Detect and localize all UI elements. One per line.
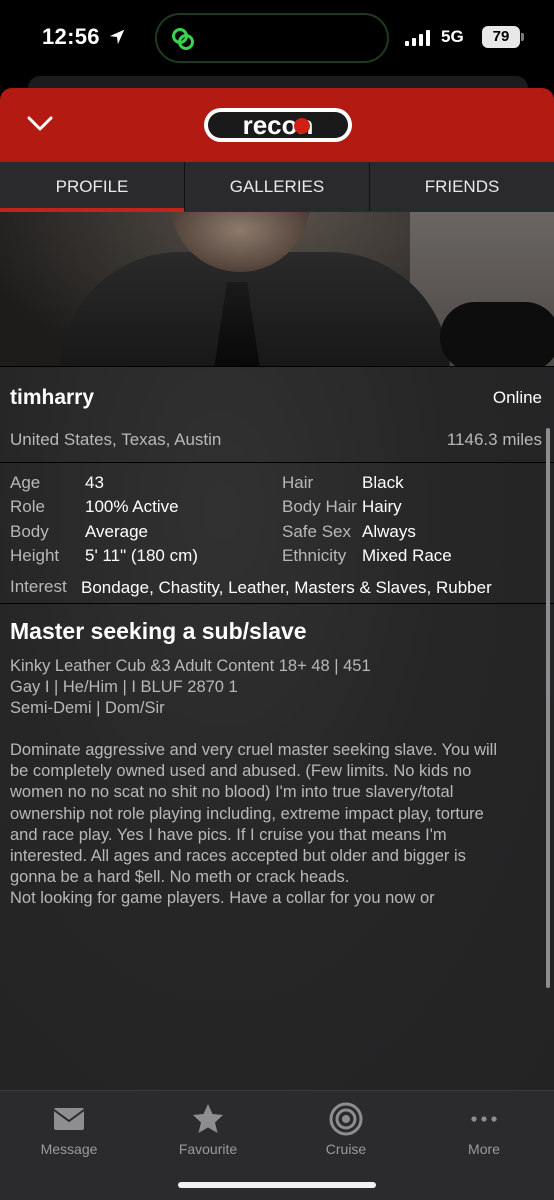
app-header: recon: [0, 88, 554, 162]
distance: 1146.3 miles: [446, 430, 542, 449]
profile-headline: Master seeking a sub/slave: [10, 618, 307, 644]
nav-message-label: Message: [40, 1141, 98, 1157]
stat-value-age: 43: [85, 473, 104, 492]
battery-tip: [521, 33, 524, 41]
location-arrow-icon: [109, 29, 125, 45]
stat-key-ethnicity: Ethnicity: [282, 546, 347, 565]
stat-key-body-hair: Body Hair: [282, 497, 357, 516]
divider: [0, 462, 554, 463]
stat-value-height: 5' 11" (180 cm): [85, 546, 198, 565]
nav-message[interactable]: Message: [9, 1101, 129, 1157]
signal-icon: [405, 30, 430, 46]
clock: 12:56: [42, 24, 100, 49]
stat-value-body-hair: Hairy: [362, 497, 402, 516]
profile-tabs: PROFILE GALLERIES FRIENDS: [0, 162, 554, 212]
dynamic-island: [155, 13, 389, 63]
divider: [0, 366, 554, 367]
nav-favourite-label: Favourite: [178, 1141, 238, 1157]
ellipsis-icon: [471, 1116, 497, 1122]
background-photo-faded: [0, 366, 554, 1090]
stat-key-body: Body: [10, 522, 49, 541]
battery-icon: 79: [482, 26, 520, 48]
link-icon: [172, 28, 194, 50]
stat-value-hair: Black: [362, 473, 404, 492]
status-bar: 12:56 5G 79: [0, 0, 554, 78]
divider: [0, 603, 554, 604]
stat-key-safe-sex: Safe Sex: [282, 522, 351, 541]
recon-logo: recon: [204, 108, 352, 142]
tab-profile[interactable]: PROFILE: [0, 162, 185, 212]
tab-galleries[interactable]: GALLERIES: [185, 162, 370, 211]
interest-label: Interest: [10, 577, 67, 596]
scrollbar[interactable]: [546, 428, 550, 988]
nav-more[interactable]: More: [424, 1101, 544, 1157]
stat-key-height: Height: [10, 546, 60, 565]
stat-key-age: Age: [10, 473, 41, 492]
stat-value-safe-sex: Always: [362, 522, 416, 541]
photo-glove: [440, 302, 554, 366]
nav-cruise-label: Cruise: [325, 1141, 367, 1157]
target-icon: [329, 1102, 363, 1136]
username: timharry: [10, 386, 95, 409]
stat-key-role: Role: [10, 497, 45, 516]
online-status: Online: [492, 388, 542, 407]
about-text: Dominate aggressive and very cruel maste…: [10, 741, 497, 908]
location: United States, Texas, Austin: [10, 430, 222, 449]
stat-value-body: Average: [85, 522, 149, 541]
network-label: 5G: [441, 27, 464, 46]
stat-key-hair: Hair: [282, 473, 314, 492]
tagline-line: Kinky Leather Cub &3 Adult Content 18+ 4…: [10, 657, 371, 675]
chevron-down-icon[interactable]: [26, 112, 54, 136]
nav-favourite[interactable]: Favourite: [148, 1101, 268, 1157]
tagline-line: Semi-Demi | Dom/Sir: [10, 699, 165, 717]
tagline-line: Gay I | He/Him | I BLUF 2870 1: [10, 678, 238, 696]
star-icon: [193, 1104, 223, 1133]
interest-value: Bondage, Chastity, Leather, Masters & Sl…: [81, 578, 492, 597]
profile-photo[interactable]: [0, 212, 554, 366]
stat-value-ethnicity: Mixed Race: [362, 546, 452, 565]
envelope-icon: [53, 1108, 85, 1130]
nav-cruise[interactable]: Cruise: [286, 1101, 406, 1157]
nav-more-label: More: [468, 1141, 500, 1157]
tab-friends[interactable]: FRIENDS: [370, 162, 554, 211]
stat-value-role: 100% Active: [85, 497, 179, 516]
home-indicator[interactable]: [178, 1182, 376, 1188]
